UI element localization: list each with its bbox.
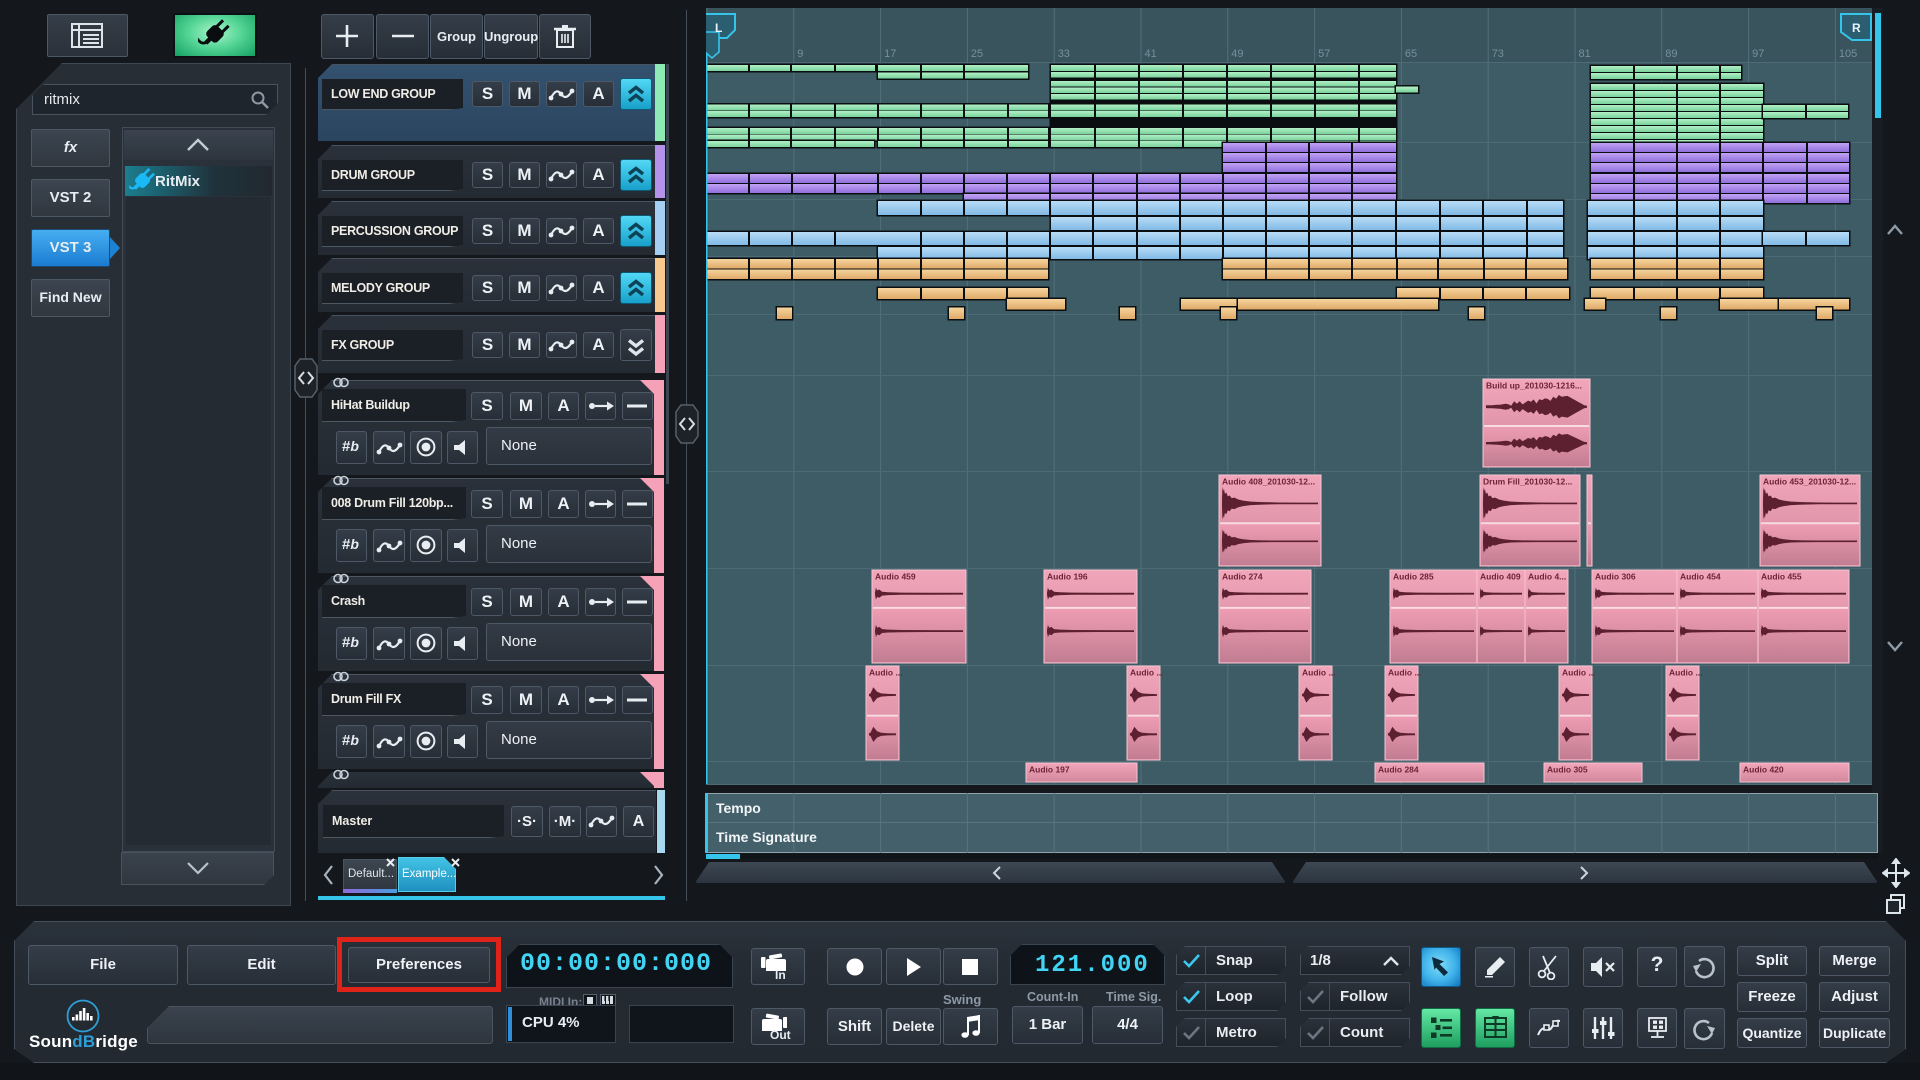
svg-text:Audio 274: Audio 274 <box>1222 572 1263 582</box>
svg-text:L: L <box>715 21 722 35</box>
svg-text:Audio 196: Audio 196 <box>1047 572 1088 582</box>
svg-text:Audio 197: Audio 197 <box>1029 765 1070 775</box>
svg-text:Audio ...: Audio ... <box>1562 668 1596 678</box>
svg-text:33: 33 <box>1058 48 1070 60</box>
svg-text:49: 49 <box>1231 48 1243 60</box>
svg-text:Drum Fill_201030-12...: Drum Fill_201030-12... <box>1483 477 1572 487</box>
svg-text:Audio 420: Audio 420 <box>1743 765 1784 775</box>
svg-text:Audio ...: Audio ... <box>1302 668 1336 678</box>
svg-text:17: 17 <box>884 48 896 60</box>
svg-text:Audio 285: Audio 285 <box>1393 572 1434 582</box>
svg-text:105: 105 <box>1839 48 1857 60</box>
svg-text:Audio ...: Audio ... <box>869 668 903 678</box>
svg-text:Audio 408_201030-12...: Audio 408_201030-12... <box>1222 477 1315 487</box>
svg-text:Audio ...: Audio ... <box>1388 668 1422 678</box>
svg-text:Build up_201030-1216...: Build up_201030-1216... <box>1486 381 1582 391</box>
svg-text:Audio 284: Audio 284 <box>1378 765 1419 775</box>
svg-text:65: 65 <box>1405 48 1417 60</box>
svg-text:Audio 306: Audio 306 <box>1595 572 1636 582</box>
svg-text:Audio 305: Audio 305 <box>1547 765 1588 775</box>
svg-text:57: 57 <box>1318 48 1330 60</box>
svg-text:97: 97 <box>1752 48 1764 60</box>
svg-text:89: 89 <box>1665 48 1677 60</box>
svg-text:Audio 455: Audio 455 <box>1761 572 1802 582</box>
svg-text:Audio 454: Audio 454 <box>1680 572 1721 582</box>
svg-text:Audio ...: Audio ... <box>1669 668 1703 678</box>
svg-text:Audio ...: Audio ... <box>1130 668 1164 678</box>
svg-text:Audio 409: Audio 409 <box>1480 572 1521 582</box>
svg-text:81: 81 <box>1579 48 1591 60</box>
svg-text:R: R <box>1852 21 1861 35</box>
svg-text:41: 41 <box>1145 48 1157 60</box>
svg-text:9: 9 <box>797 48 803 60</box>
svg-text:25: 25 <box>971 48 983 60</box>
svg-text:Audio 459: Audio 459 <box>875 572 916 582</box>
svg-text:Audio 453_201030-12...: Audio 453_201030-12... <box>1763 477 1856 487</box>
svg-text:Audio 4...: Audio 4... <box>1528 572 1566 582</box>
svg-text:73: 73 <box>1492 48 1504 60</box>
